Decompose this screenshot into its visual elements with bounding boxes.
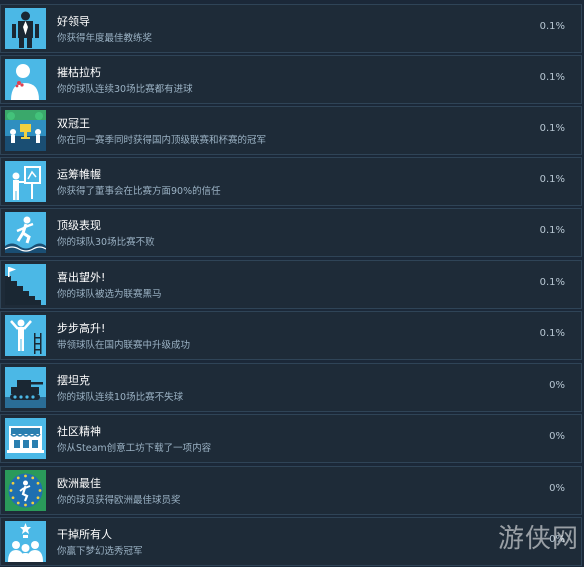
achievement-row[interactable]: 摆坦克 你的球队连续10场比赛不失球 0%: [0, 363, 582, 412]
achievement-name: 社区精神: [57, 425, 101, 438]
achievement-name: 干掉所有人: [57, 528, 112, 541]
smashing-man-icon: [5, 59, 46, 100]
achievement-name: 摧枯拉朽: [57, 66, 101, 79]
achievement-description: 你的球队连续30场比赛都有进球: [57, 84, 193, 95]
achievement-name: 双冠王: [57, 117, 90, 130]
achievement-description: 你的球队连续10场比赛不失球: [57, 392, 184, 403]
tactics-board-icon: [5, 161, 46, 202]
achievement-row[interactable]: 好领导 你获得年度最佳教练奖 0.1%: [0, 4, 582, 53]
achievement-row[interactable]: 步步高升! 带领球队在国内联赛中升级成功 0.1%: [0, 311, 582, 360]
achievement-percent: 0.1%: [539, 123, 565, 134]
achievement-percent: 0%: [549, 483, 565, 494]
achievement-percent: 0.1%: [539, 225, 565, 236]
achievement-description: 你在同一赛季同时获得国内顶级联赛和杯赛的冠军: [57, 135, 267, 146]
achievement-row[interactable]: 顶级表现 你的球队30场比赛不败 0.1%: [0, 208, 582, 257]
achievement-name: 运筹帷幄: [57, 168, 101, 181]
double-trophy-icon: [5, 110, 46, 151]
achievement-row[interactable]: 双冠王 你在同一赛季同时获得国内顶级联赛和杯赛的冠军 0.1%: [0, 106, 582, 155]
achievement-description: 你的球队被选为联赛黑马: [57, 289, 162, 300]
achievement-row[interactable]: 社区精神 你从Steam创意工坊下载了一项内容 0%: [0, 414, 582, 463]
achievement-row[interactable]: 喜出望外! 你的球队被选为联赛黑马 0.1%: [0, 260, 582, 309]
achievement-percent: 0.1%: [539, 277, 565, 288]
achievement-row[interactable]: 欧洲最佳 你的球员获得欧洲最佳球员奖 0%: [0, 466, 582, 515]
achievement-description: 你的球队30场比赛不败: [57, 237, 155, 248]
stairs-flag-icon: [5, 264, 46, 305]
achievement-name: 好领导: [57, 15, 90, 28]
achievement-name: 步步高升!: [57, 322, 106, 335]
achievement-row[interactable]: 运筹帷幄 你获得了董事会在比赛方面90%的信任 0.1%: [0, 157, 582, 206]
achievement-list: 好领导 你获得年度最佳教练奖 0.1% 摧枯拉朽 你的球队连续30场比赛都有进球…: [0, 0, 584, 567]
watermark-logo: 游侠网: [498, 524, 580, 554]
achievement-row[interactable]: 摧枯拉朽 你的球队连续30场比赛都有进球 0.1%: [0, 55, 582, 104]
achievement-name: 顶级表现: [57, 219, 101, 232]
ladder-climb-icon: [5, 315, 46, 356]
surfer-icon: [5, 212, 46, 253]
tank-icon: [5, 367, 46, 408]
crowd-trophy-icon: [5, 521, 46, 562]
achievement-percent: 0%: [549, 431, 565, 442]
workshop-shop-icon: [5, 418, 46, 459]
achievement-description: 你从Steam创意工坊下载了一项内容: [57, 443, 212, 454]
achievement-name: 摆坦克: [57, 374, 90, 387]
achievement-description: 带领球队在国内联赛中升级成功: [57, 340, 191, 351]
achievement-percent: 0%: [549, 380, 565, 391]
achievement-description: 你的球员获得欧洲最佳球员奖: [57, 495, 181, 506]
achievement-percent: 0.1%: [539, 21, 565, 32]
euro-star-player-icon: [5, 470, 46, 511]
achievement-description: 你获得了董事会在比赛方面90%的信任: [57, 186, 221, 197]
achievement-description: 你赢下梦幻选秀冠军: [57, 546, 143, 557]
achievement-percent: 0.1%: [539, 174, 565, 185]
achievement-percent: 0.1%: [539, 328, 565, 339]
achievement-name: 喜出望外!: [57, 271, 106, 284]
achievement-name: 欧洲最佳: [57, 477, 101, 490]
achievement-percent: 0.1%: [539, 72, 565, 83]
leader-suit-icon: [5, 8, 46, 49]
achievement-description: 你获得年度最佳教练奖: [57, 33, 153, 44]
achievement-row[interactable]: 干掉所有人 你赢下梦幻选秀冠军 0%: [0, 517, 582, 566]
